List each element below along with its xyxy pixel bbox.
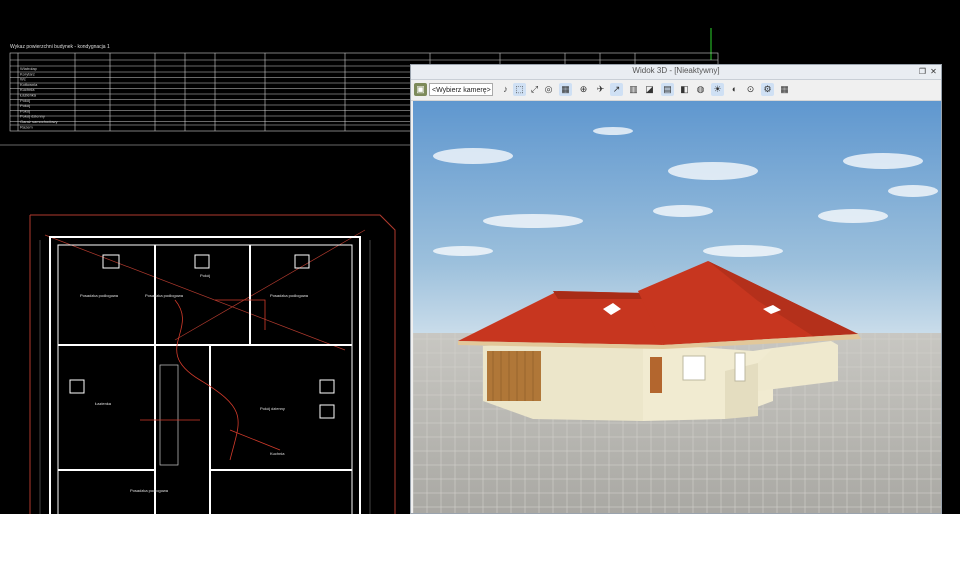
camera-select[interactable]: <Wybierz kamerę> [429, 83, 493, 96]
room-label: Łazienka [95, 401, 112, 406]
walk-icon[interactable]: ↗ [610, 83, 623, 96]
3d-viewport[interactable] [413, 101, 941, 513]
3d-view-window[interactable]: Widok 3D - [Nieaktywny] ❐ ✕ ▣ <Wybierz k… [410, 64, 942, 514]
room-label: Posadzka podłogowa [145, 293, 184, 298]
front-door [650, 357, 662, 393]
table-row-name: Kuchnia [20, 87, 35, 92]
room-label: Pokój dzienny [260, 406, 285, 411]
table-row-name: Pokój [20, 98, 30, 103]
table-title: Wykaz powierzchni budynek - kondygnacja … [10, 44, 110, 50]
perspective-icon[interactable]: ♪ [499, 83, 512, 96]
table-row-name: Łazienka [20, 93, 37, 98]
save-view-icon[interactable]: ◪ [643, 83, 656, 96]
room-label: Pokój [200, 273, 210, 278]
render-icon[interactable]: ▣ [414, 83, 427, 96]
close-button[interactable]: ✕ [929, 67, 938, 76]
eye-icon[interactable]: ◎ [542, 83, 555, 96]
restore-button[interactable]: ❐ [918, 67, 927, 76]
table-row-name: Korytarz [20, 71, 35, 76]
room-label: Posadzka podłogowa [130, 488, 169, 493]
table-row-name: Wiatrołap [20, 66, 38, 71]
room-label: Kuchnia [270, 451, 285, 456]
sun-icon[interactable]: ☀ [711, 83, 724, 96]
table-row-name: Kotłownia [20, 82, 38, 87]
shadow-icon[interactable]: ◐ [728, 83, 741, 96]
3d-toolbar: ▣ <Wybierz kamerę> ♪ ⬚ ⤢ ◎ ▦ ⊕ ✈ ↗ ▥ ◪ ▤ ◧ ◍ ☀ ◐ ⊙ ⚙ ▦ [411, 80, 941, 101]
table-row-name: Wc [20, 77, 26, 82]
zoom-window-icon[interactable]: ⬚ [513, 83, 526, 96]
window-titlebar[interactable]: Widok 3D - [Nieaktywny] ❐ ✕ [411, 65, 941, 80]
light-icon[interactable]: ◍ [694, 83, 707, 96]
print-icon[interactable]: ▤ [661, 83, 674, 96]
window-title: Widok 3D - [Nieaktywny] [632, 66, 720, 75]
floor-plan [29, 214, 396, 514]
room-label: Posadzka podłogowa [80, 293, 119, 298]
room-label: Posadzka podłogowa [270, 293, 309, 298]
table-row-name: Garaż samochodowy [20, 119, 58, 124]
section-icon[interactable]: ▥ [627, 83, 640, 96]
table-row-name: Pokój [20, 103, 30, 108]
camera-icon[interactable]: ⊙ [744, 83, 757, 96]
layers-icon[interactable]: ▦ [559, 83, 572, 96]
texture-icon[interactable]: ◧ [678, 83, 691, 96]
grid-icon[interactable]: ▦ [778, 83, 791, 96]
settings-icon[interactable]: ⚙ [761, 83, 774, 96]
orbit-icon[interactable]: ⊕ [577, 83, 590, 96]
zoom-extents-icon[interactable]: ⤢ [528, 83, 541, 96]
table-row-name: Pokój [20, 108, 30, 113]
3d-scene [413, 101, 941, 513]
fly-icon[interactable]: ✈ [594, 83, 607, 96]
table-row-name: Pokój dzienny [20, 114, 45, 119]
table-row-name: Razem [20, 124, 33, 129]
